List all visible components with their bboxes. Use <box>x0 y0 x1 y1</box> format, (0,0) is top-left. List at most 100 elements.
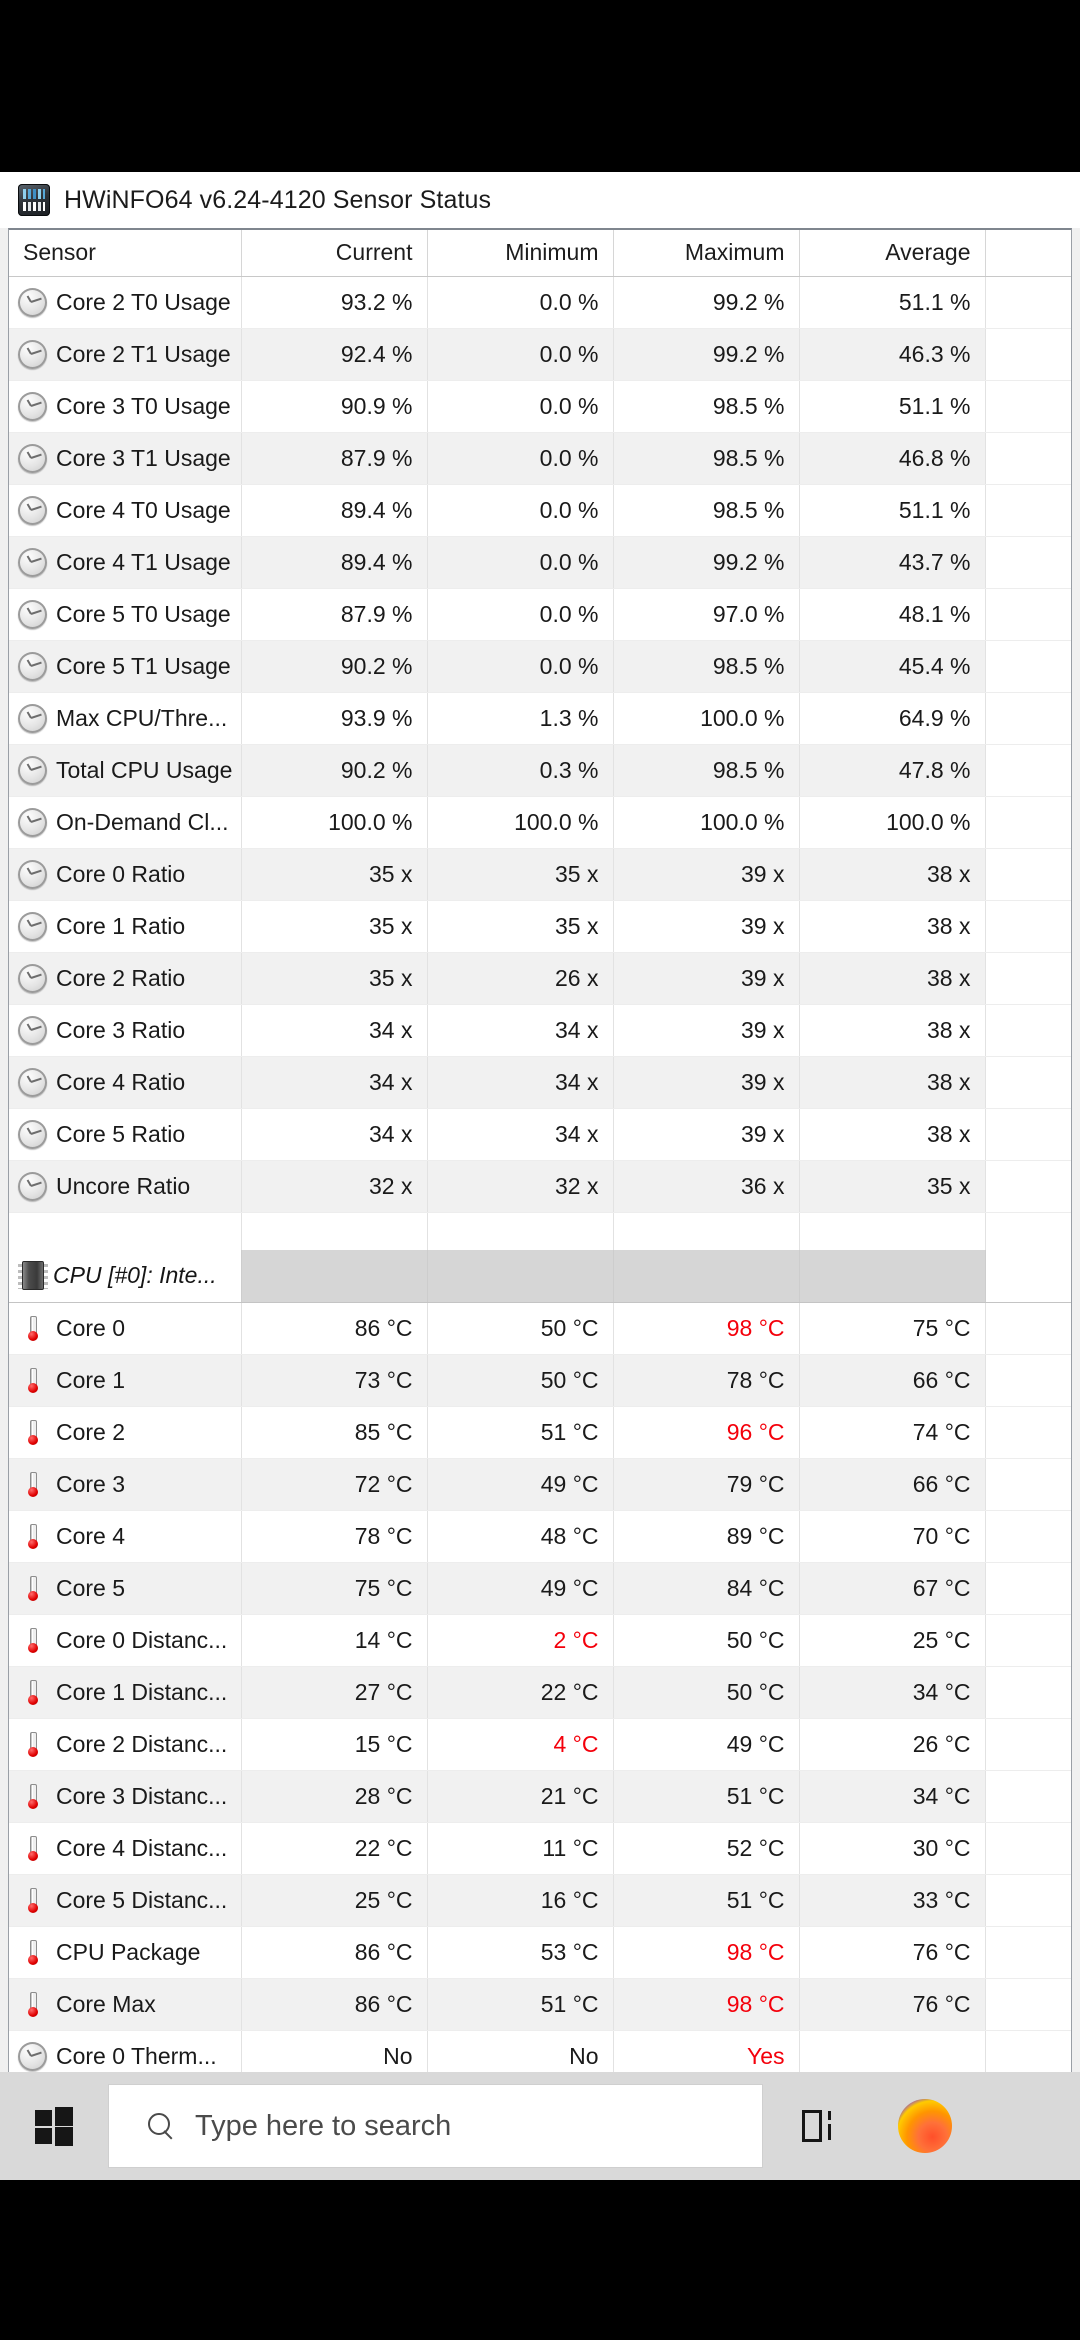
task-view-button[interactable] <box>763 2072 871 2180</box>
row-spacer-cell <box>985 744 1071 797</box>
sensor-value-maximum: 39 x <box>613 952 800 1005</box>
sensor-name-cell[interactable]: On-Demand Cl... <box>9 796 242 849</box>
sensor-name-label: Core Max <box>56 1990 156 2017</box>
table-row[interactable]: Core 2 T0 Usage 93.2 % 0.0 % 99.2 % 51.1 % <box>9 276 1071 329</box>
table-row[interactable]: Core 4 Distanc... 22 °C 11 °C 52 °C 30 °C <box>9 1822 1071 1875</box>
row-spacer-cell <box>985 1718 1071 1771</box>
table-row[interactable]: Core 2 Distanc... 15 °C 4 °C 49 °C 26 °C <box>9 1718 1071 1771</box>
sensor-name-cell[interactable]: Core 4 T1 Usage <box>9 536 242 589</box>
table-row[interactable]: Core 0 86 °C 50 °C 98 °C 75 °C <box>9 1302 1071 1355</box>
table-row[interactable]: Core 2 85 °C 51 °C 96 °C 74 °C <box>9 1406 1071 1459</box>
group-cell-minimum <box>427 1250 614 1303</box>
sensor-name-cell[interactable]: Core 3 <box>9 1458 242 1511</box>
sensor-name-cell[interactable]: Core 1 Ratio <box>9 900 242 953</box>
table-row[interactable]: On-Demand Cl... 100.0 % 100.0 % 100.0 % 100.… <box>9 796 1071 849</box>
sensor-name-label: Core 3 Distanc... <box>56 1782 228 1809</box>
table-row[interactable]: Core 1 73 °C 50 °C 78 °C 66 °C <box>9 1354 1071 1407</box>
column-header-sensor[interactable]: Sensor <box>9 230 242 277</box>
sensor-name-cell[interactable]: Core 2 <box>9 1406 242 1459</box>
taskbar-search-input[interactable]: Type here to search <box>108 2084 763 2168</box>
sensor-value-average: 64.9 % <box>799 692 986 745</box>
sensor-name-cell[interactable]: Max CPU/Thre... <box>9 692 242 745</box>
sensor-name-cell[interactable]: Core 5 T1 Usage <box>9 640 242 693</box>
table-row[interactable]: Total CPU Usage 90.2 % 0.3 % 98.5 % 47.8 % <box>9 744 1071 797</box>
row-spacer-cell <box>985 1056 1071 1109</box>
row-spacer-cell <box>985 1666 1071 1719</box>
sensor-value-current: 86 °C <box>241 1302 428 1355</box>
table-row[interactable]: Core 5 Distanc... 25 °C 16 °C 51 °C 33 °C <box>9 1874 1071 1927</box>
sensor-name-cell[interactable]: Core 1 <box>9 1354 242 1407</box>
sensor-name-cell[interactable]: Core 4 T0 Usage <box>9 484 242 537</box>
column-header-minimum[interactable]: Minimum <box>427 230 614 277</box>
table-row[interactable]: Core 3 T0 Usage 90.9 % 0.0 % 98.5 % 51.1 % <box>9 380 1071 433</box>
sensor-name-cell[interactable]: Core 4 Ratio <box>9 1056 242 1109</box>
table-row[interactable]: Core 2 T1 Usage 92.4 % 0.0 % 99.2 % 46.3 % <box>9 328 1071 381</box>
table-row[interactable]: Core 5 T0 Usage 87.9 % 0.0 % 97.0 % 48.1 % <box>9 588 1071 641</box>
column-header-maximum[interactable]: Maximum <box>613 230 800 277</box>
table-row[interactable]: Core 5 T1 Usage 90.2 % 0.0 % 98.5 % 45.4 % <box>9 640 1071 693</box>
sensor-name-cell[interactable]: Core 5 Distanc... <box>9 1874 242 1927</box>
sensor-name-cell[interactable]: Core 2 Distanc... <box>9 1718 242 1771</box>
table-row[interactable]: Core 3 72 °C 49 °C 79 °C 66 °C <box>9 1458 1071 1511</box>
spacer-cell <box>985 1212 1071 1250</box>
sensor-name-cell[interactable]: Core 2 T0 Usage <box>9 276 242 329</box>
sensor-name-label: Core 1 Ratio <box>56 912 186 939</box>
sensor-value-average: 34 °C <box>799 1666 986 1719</box>
sensor-name-cell[interactable]: Core 1 Distanc... <box>9 1666 242 1719</box>
sensor-name-cell[interactable]: Core 5 <box>9 1562 242 1615</box>
table-row[interactable]: Core 1 Distanc... 27 °C 22 °C 50 °C 34 °C <box>9 1666 1071 1719</box>
table-row[interactable]: Core 3 T1 Usage 87.9 % 0.0 % 98.5 % 46.8 % <box>9 432 1071 485</box>
table-row[interactable]: Core 0 Distanc... 14 °C 2 °C 50 °C 25 °C <box>9 1614 1071 1667</box>
sensor-name-cell[interactable]: Core 4 Distanc... <box>9 1822 242 1875</box>
table-row[interactable]: Core 1 Ratio 35 x 35 x 39 x 38 x <box>9 900 1071 953</box>
column-header-spacer <box>985 230 1071 277</box>
sensor-table-frame[interactable]: Sensor Current Minimum Maximum Average C… <box>8 228 1072 2098</box>
sensor-name-cell[interactable]: Core 2 Ratio <box>9 952 242 1005</box>
sensor-name-cell[interactable]: Uncore Ratio <box>9 1160 242 1213</box>
sensor-name-cell[interactable]: Core 0 <box>9 1302 242 1355</box>
sensor-name-label: Core 4 Distanc... <box>56 1834 228 1861</box>
table-row[interactable]: Core 5 75 °C 49 °C 84 °C 67 °C <box>9 1562 1071 1615</box>
sensor-name-cell[interactable]: Total CPU Usage <box>9 744 242 797</box>
sensor-value-current: 90.2 % <box>241 744 428 797</box>
sensor-value-minimum: 49 °C <box>427 1458 614 1511</box>
sensor-name-cell[interactable]: Core Max <box>9 1978 242 2031</box>
sensor-value-minimum: 0.0 % <box>427 536 614 589</box>
sensor-name-cell[interactable]: CPU Package <box>9 1926 242 1979</box>
gauge-icon <box>18 287 47 317</box>
table-row[interactable]: Max CPU/Thre... 93.9 % 1.3 % 100.0 % 64.9 % <box>9 692 1071 745</box>
sensor-group-header-row[interactable]: CPU [#0]: Inte... <box>9 1250 1071 1303</box>
sensor-name-cell[interactable]: Core 2 T1 Usage <box>9 328 242 381</box>
firefox-taskbar-button[interactable] <box>871 2072 979 2180</box>
sensor-name-label: On-Demand Cl... <box>56 808 229 835</box>
sensor-name-cell[interactable]: Core 0 Ratio <box>9 848 242 901</box>
table-row[interactable]: Core 0 Ratio 35 x 35 x 39 x 38 x <box>9 848 1071 901</box>
sensor-value-maximum: 78 °C <box>613 1354 800 1407</box>
sensor-name-label: Core 5 T0 Usage <box>56 600 231 627</box>
table-row[interactable]: Core 4 Ratio 34 x 34 x 39 x 38 x <box>9 1056 1071 1109</box>
sensor-name-cell[interactable]: Core 3 Ratio <box>9 1004 242 1057</box>
sensor-value-average: 38 x <box>799 1004 986 1057</box>
sensor-group-name-cell[interactable]: CPU [#0]: Inte... <box>9 1250 242 1303</box>
sensor-name-cell[interactable]: Core 5 T0 Usage <box>9 588 242 641</box>
table-row[interactable]: Core 3 Ratio 34 x 34 x 39 x 38 x <box>9 1004 1071 1057</box>
table-row[interactable]: Core 4 78 °C 48 °C 89 °C 70 °C <box>9 1510 1071 1563</box>
sensor-name-cell[interactable]: Core 3 T1 Usage <box>9 432 242 485</box>
table-row[interactable]: Core 4 T0 Usage 89.4 % 0.0 % 98.5 % 51.1 % <box>9 484 1071 537</box>
sensor-name-cell[interactable]: Core 0 Distanc... <box>9 1614 242 1667</box>
column-header-average[interactable]: Average <box>799 230 986 277</box>
table-row[interactable]: Core Max 86 °C 51 °C 98 °C 76 °C <box>9 1978 1071 2031</box>
sensor-name-cell[interactable]: Core 3 T0 Usage <box>9 380 242 433</box>
start-button[interactable] <box>0 2072 108 2180</box>
gauge-icon <box>18 963 47 993</box>
sensor-name-cell[interactable]: Core 4 <box>9 1510 242 1563</box>
sensor-name-cell[interactable]: Core 3 Distanc... <box>9 1770 242 1823</box>
table-row[interactable]: Core 5 Ratio 34 x 34 x 39 x 38 x <box>9 1108 1071 1161</box>
table-row[interactable]: Uncore Ratio 32 x 32 x 36 x 35 x <box>9 1160 1071 1213</box>
table-row[interactable]: Core 4 T1 Usage 89.4 % 0.0 % 99.2 % 43.7 % <box>9 536 1071 589</box>
table-row[interactable]: Core 3 Distanc... 28 °C 21 °C 51 °C 34 °C <box>9 1770 1071 1823</box>
table-row[interactable]: CPU Package 86 °C 53 °C 98 °C 76 °C <box>9 1926 1071 1979</box>
column-header-current[interactable]: Current <box>241 230 428 277</box>
table-row[interactable]: Core 2 Ratio 35 x 26 x 39 x 38 x <box>9 952 1071 1005</box>
sensor-name-cell[interactable]: Core 5 Ratio <box>9 1108 242 1161</box>
